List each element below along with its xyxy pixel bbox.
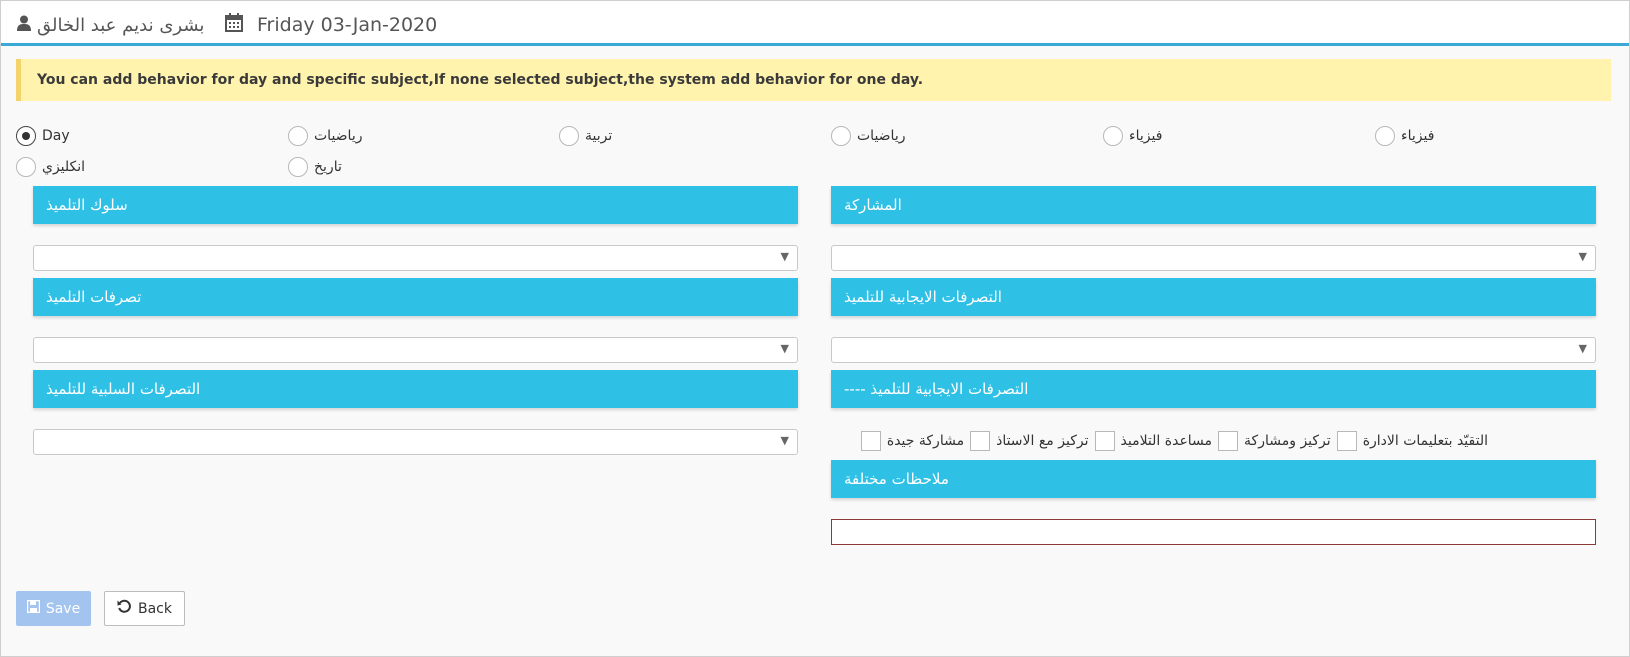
radio-subject[interactable]: تربية <box>559 125 612 147</box>
chevron-down-icon: ▼ <box>1578 342 1587 355</box>
radio-circle[interactable] <box>831 126 851 146</box>
checkbox-label: تركيز مع الاستاذ <box>996 433 1089 449</box>
radio-subject[interactable]: رياضيات <box>288 125 362 147</box>
student-actions-select[interactable]: ▼ <box>33 337 798 363</box>
section-negative-actions: التصرفات السلبية للتلميذ <box>33 370 798 408</box>
radio-subject[interactable]: فيزياء <box>1375 125 1434 147</box>
checkbox[interactable] <box>1218 431 1239 451</box>
radio-label: فيزياء <box>1401 128 1435 144</box>
section-positive-actions: التصرفات الايجابية للتلميذ <box>831 278 1596 316</box>
radio-circle[interactable] <box>288 126 308 146</box>
radio-day[interactable]: Day <box>16 125 70 147</box>
radio-label: Day <box>42 128 70 144</box>
student-behavior-select[interactable]: ▼ <box>33 245 798 271</box>
checkbox[interactable] <box>1094 431 1115 451</box>
floppy-disk-icon <box>26 599 41 617</box>
radio-subject[interactable]: تاريخ <box>288 156 342 178</box>
checkbox-label: تركيز ومشاركة <box>1244 433 1331 449</box>
checkbox-label: مساعدة التلاميذ <box>1120 433 1213 449</box>
section-student-actions: تصرفات التلميذ <box>33 278 798 316</box>
chevron-down-icon: ▼ <box>780 342 789 355</box>
save-label: Save <box>45 600 81 617</box>
date-info: Friday 03-Jan-2020 <box>225 13 437 37</box>
section-misc-notes: ملاحظات مختلفة <box>831 460 1596 498</box>
checkbox[interactable] <box>970 431 991 451</box>
save-button[interactable]: Save <box>16 591 91 626</box>
radio-circle[interactable] <box>559 126 579 146</box>
radio-subject[interactable]: انكليزي <box>16 156 85 178</box>
chevron-down-icon: ▼ <box>780 250 789 263</box>
back-label: Back <box>138 600 172 617</box>
radio-subject[interactable]: فيزياء <box>1103 125 1162 147</box>
page-frame: بشرى نديم عبد الخالق Friday 03-Jan-2020 … <box>0 0 1630 657</box>
chevron-down-icon: ▼ <box>1578 250 1587 263</box>
section-participation: المشاركة <box>831 186 1596 224</box>
positive-actions-select[interactable]: ▼ <box>831 337 1596 363</box>
participation-select[interactable]: ▼ <box>831 245 1596 271</box>
radio-label: رياضيات <box>314 128 363 144</box>
checkbox-label: التقيّد بتعليمات الادارة <box>1362 433 1488 449</box>
positive-actions-checkboxes: التقيّد بتعليمات الادارة تركيز ومشاركة م… <box>853 430 1488 452</box>
radio-label: تاريخ <box>314 159 342 175</box>
undo-icon <box>117 599 132 618</box>
radio-label: فيزياء <box>1129 128 1163 144</box>
radio-circle[interactable] <box>16 126 36 146</box>
info-notice: You can add behavior for day and specifi… <box>16 59 1611 101</box>
user-name: بشرى نديم عبد الخالق <box>37 14 205 36</box>
radio-label: انكليزي <box>42 159 86 175</box>
radio-circle[interactable] <box>1103 126 1123 146</box>
negative-actions-select[interactable]: ▼ <box>33 429 798 455</box>
user-info: بشرى نديم عبد الخالق <box>17 13 204 37</box>
section-student-behavior: سلوك التلميذ <box>33 186 798 224</box>
radio-label: تربية <box>585 128 613 144</box>
radio-circle[interactable] <box>288 157 308 177</box>
top-bar: بشرى نديم عبد الخالق Friday 03-Jan-2020 <box>1 1 1629 46</box>
chevron-down-icon: ▼ <box>780 434 789 447</box>
user-icon <box>17 15 31 36</box>
misc-notes-input[interactable] <box>831 519 1596 545</box>
radio-label: رياضيات <box>857 128 906 144</box>
radio-circle[interactable] <box>16 157 36 177</box>
section-positive-actions-alt: ---- التصرفات الايجابية للتلميذ <box>831 370 1596 408</box>
current-date: Friday 03-Jan-2020 <box>257 14 438 36</box>
checkbox[interactable] <box>1336 431 1357 451</box>
back-button[interactable]: Back <box>104 591 185 626</box>
radio-circle[interactable] <box>1375 126 1395 146</box>
calendar-icon <box>225 13 243 37</box>
checkbox-label: مشاركة جيدة <box>886 433 965 449</box>
checkbox[interactable] <box>860 431 881 451</box>
radio-subject[interactable]: رياضيات <box>831 125 905 147</box>
